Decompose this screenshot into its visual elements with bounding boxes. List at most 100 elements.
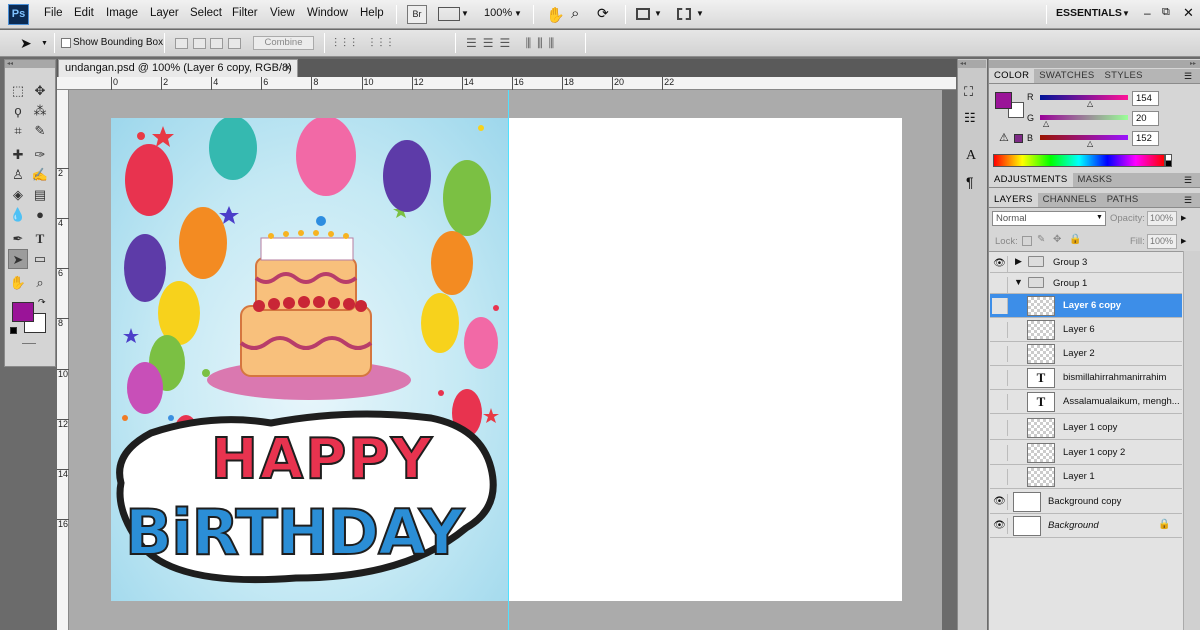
zoom-dropdown-icon[interactable]: ▼ [514, 9, 522, 18]
color-panel-menu-icon[interactable]: ☰ [1184, 71, 1192, 82]
lock-all-icon[interactable]: 🔒 [1069, 234, 1081, 245]
workspace-dropdown-icon[interactable]: ▼ [1122, 9, 1130, 18]
hand-tool-icon[interactable]: ✋ [546, 6, 565, 24]
menu-help[interactable]: Help [360, 7, 384, 19]
character-panel-icon[interactable]: A [966, 148, 976, 164]
paragraph-panel-icon[interactable]: ¶ [966, 174, 974, 190]
layer-row[interactable]: ▼ Group 1 [990, 273, 1182, 294]
menu-view[interactable]: View [270, 7, 295, 19]
arrange-documents-icon[interactable] [636, 8, 650, 20]
document-tab[interactable]: undangan.psd @ 100% (Layer 6 copy, RGB/8… [58, 59, 298, 90]
fill-slider-icon[interactable]: ▶ [1181, 237, 1186, 245]
layers-panel-menu-icon[interactable]: ☰ [1184, 195, 1192, 206]
layer-row[interactable]: Layer 1 copy [990, 416, 1182, 440]
crop-tool-icon[interactable]: ⌗ [8, 121, 28, 141]
layer-row[interactable]: Layer 2 [990, 342, 1182, 366]
blue-slider[interactable] [1040, 135, 1128, 140]
eye-visibility-icon[interactable]: 👁 [992, 518, 1008, 534]
guide-line[interactable] [508, 90, 509, 630]
dock-collapse-icon[interactable]: ◂◂ [958, 60, 986, 68]
chevron-down-icon[interactable]: ▼ [696, 9, 704, 18]
tab-channels[interactable]: CHANNELS [1038, 193, 1102, 207]
hand-tool-icon[interactable]: ✋ [8, 273, 28, 293]
photoshop-logo[interactable]: Ps [8, 4, 29, 25]
menu-filter[interactable]: Filter [232, 7, 258, 19]
default-colors-icon[interactable] [10, 327, 17, 334]
layer-row[interactable]: T bismillahirrahmanirrahim [990, 366, 1182, 390]
marquee-tool-icon[interactable]: ⬚ [8, 81, 28, 101]
blend-mode-dropdown-icon[interactable]: ▼ [1096, 214, 1103, 221]
foreground-color-swatch-front[interactable] [12, 302, 34, 322]
lasso-tool-icon[interactable]: ϙ [8, 101, 28, 121]
eye-visibility-icon[interactable] [992, 370, 1008, 386]
fill-input[interactable]: 100% [1147, 234, 1177, 249]
layer-row[interactable]: T Assalamualaikum, mengh... [990, 390, 1182, 414]
menu-window[interactable]: Window [307, 7, 348, 19]
tab-adjustments[interactable]: ADJUSTMENTS [989, 173, 1073, 187]
actions-panel-icon[interactable]: ☷ [964, 110, 976, 126]
panels-collapse-icon[interactable]: ▸▸ [989, 60, 1200, 68]
show-bounding-box-checkbox[interactable] [61, 38, 71, 48]
healing-brush-tool-icon[interactable]: ✚ [8, 145, 28, 165]
tab-layers[interactable]: LAYERS [989, 193, 1038, 207]
eye-visibility-icon[interactable] [992, 298, 1008, 314]
green-value-input[interactable]: 20 [1132, 111, 1159, 126]
eye-visibility-icon[interactable] [992, 277, 1008, 293]
blue-value-input[interactable]: 152 [1132, 131, 1159, 146]
dodge-tool-icon[interactable]: ● [30, 205, 50, 225]
layers-scrollbar[interactable] [1183, 251, 1200, 630]
swap-colors-icon[interactable]: ↷ [38, 297, 46, 308]
layer-row-selected[interactable]: Layer 6 copy [990, 294, 1182, 318]
tool-preset-dropdown-icon[interactable]: ▼ [41, 40, 48, 47]
ruler-horizontal[interactable] [57, 77, 956, 90]
adjustments-panel-menu-icon[interactable]: ☰ [1184, 175, 1192, 186]
green-slider[interactable] [1040, 115, 1128, 120]
out-of-gamut-warning-icon[interactable]: ⚠ [999, 131, 1009, 144]
shape-subtract-icon[interactable] [210, 38, 223, 49]
shape-add-icon[interactable] [193, 38, 206, 49]
shape-new-icon[interactable] [175, 38, 188, 49]
magic-wand-tool-icon[interactable]: ⁂ [30, 101, 50, 121]
eye-visibility-icon[interactable]: 👁 [992, 256, 1008, 272]
minimize-icon[interactable]: – [1144, 6, 1151, 20]
eye-visibility-icon[interactable] [992, 445, 1008, 461]
red-value-input[interactable]: 154 [1132, 91, 1159, 106]
layer-row[interactable]: 👁 ▶ Group 3 [990, 252, 1182, 273]
zoom-tool-icon[interactable]: ⌕ [571, 5, 579, 22]
type-tool-icon[interactable]: T [30, 229, 50, 249]
eye-visibility-icon[interactable] [992, 346, 1008, 362]
layer-row[interactable]: Layer 6 [990, 318, 1182, 342]
combine-button[interactable]: Combine [253, 36, 314, 50]
history-brush-tool-icon[interactable]: ✍ [30, 165, 50, 185]
blend-mode-select[interactable]: Normal [992, 211, 1106, 226]
red-slider-thumb-icon[interactable]: △ [1087, 99, 1093, 108]
chevron-down-icon[interactable]: ▼ [461, 9, 469, 18]
layer-row[interactable]: 👁 Background 🔒 [990, 514, 1182, 538]
blur-tool-icon[interactable]: 💧 [8, 205, 28, 225]
tab-color[interactable]: COLOR [989, 69, 1035, 83]
eye-visibility-icon[interactable]: 👁 [992, 494, 1008, 510]
distribute-icons[interactable]: ☰☰☰ ⫼⫼⫼ [466, 36, 560, 51]
foreground-color-chip[interactable] [995, 92, 1012, 109]
menu-file[interactable]: File [44, 7, 63, 19]
move-tool-icon[interactable]: ➤ [20, 35, 32, 52]
eye-visibility-icon[interactable] [992, 322, 1008, 338]
black-white-ramp[interactable] [1165, 154, 1172, 167]
rotate-view-icon[interactable]: ⟳ [597, 5, 609, 22]
birthday-card-image[interactable]: HAPPY BiRTHDAY [111, 118, 508, 601]
opacity-input[interactable]: 100% [1147, 211, 1177, 226]
history-panel-icon[interactable]: ⛶ [964, 84, 973, 100]
gradient-tool-icon[interactable]: ▤ [30, 185, 50, 205]
view-extras-icon[interactable] [438, 7, 460, 21]
green-slider-thumb-icon[interactable]: △ [1043, 119, 1049, 128]
zoom-tool-icon[interactable]: ⌕ [30, 273, 50, 293]
bridge-button[interactable]: Br [407, 5, 427, 24]
tab-masks[interactable]: MASKS [1073, 173, 1118, 187]
expand-group-icon[interactable]: ▶ [1015, 256, 1022, 267]
workspace-switcher[interactable]: ESSENTIALS [1056, 7, 1122, 19]
align-icons[interactable]: ⫶⫶⫶ ⫶⫶⫶ [334, 36, 397, 51]
tab-swatches[interactable]: SWATCHES [1034, 69, 1099, 83]
layer-row[interactable]: Layer 1 [990, 465, 1182, 489]
document-close-icon[interactable]: × [285, 60, 291, 76]
eraser-tool-icon[interactable]: ◈ [8, 185, 28, 205]
